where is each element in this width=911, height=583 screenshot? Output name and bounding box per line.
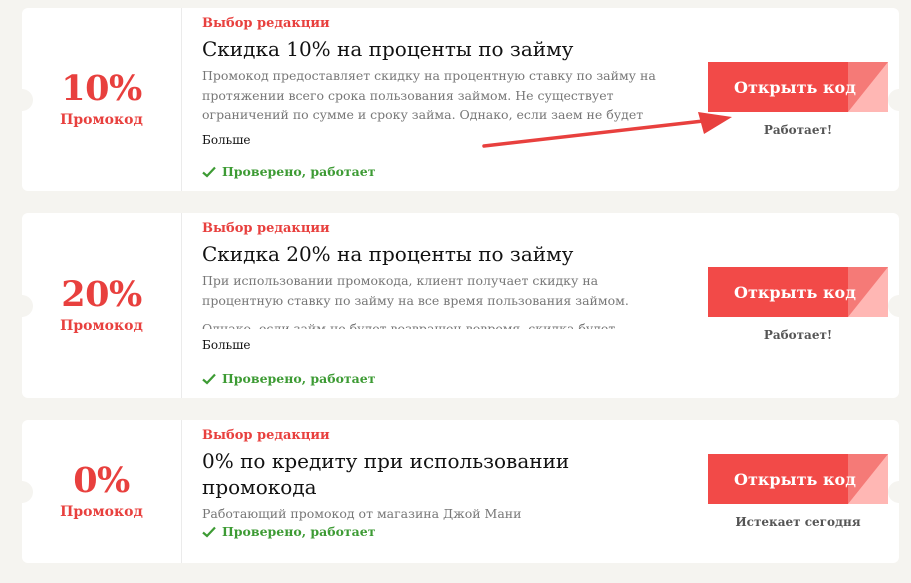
open-code-label: Открыть код	[734, 77, 856, 97]
coupon-info: Выбор редакции Скидка 20% на проценты по…	[182, 213, 670, 398]
description-paragraph: Однако, если займ не будет возвращен вов…	[202, 321, 616, 329]
coupon-title: 0% по кредиту при использовании промокод…	[202, 449, 570, 499]
coupon-card: 20% Промокод Выбор редакции Скидка 20% н…	[22, 213, 899, 398]
discount-type-label: Промокод	[60, 504, 143, 520]
more-link[interactable]: Больше	[202, 337, 670, 353]
coupon-description: Работающий промокод от магазина Джой Ман…	[202, 506, 522, 521]
check-icon	[202, 373, 216, 385]
coupon-info: Выбор редакции 0% по кредиту при использ…	[182, 420, 670, 563]
coupon-title: Скидка 10% на проценты по займу	[202, 37, 574, 61]
open-code-button[interactable]: Открыть код	[708, 62, 888, 112]
open-code-button[interactable]: Открыть код	[708, 454, 888, 504]
verified-label: Проверено, работает	[222, 524, 376, 539]
coupon-info: Выбор редакции Скидка 10% на проценты по…	[182, 8, 670, 191]
editors-choice-label: Выбор редакции	[202, 221, 330, 236]
verified-label: Проверено, работает	[222, 164, 376, 179]
open-code-label: Открыть код	[734, 282, 856, 302]
discount-type-label: Промокод	[60, 318, 143, 334]
coupon-action: Открыть код Работает!	[670, 213, 899, 398]
coupon-list: 10% Промокод Выбор редакции Скидка 10% н…	[0, 0, 911, 583]
editors-choice-label: Выбор редакции	[202, 428, 330, 443]
editors-choice-label: Выбор редакции	[202, 16, 330, 31]
discount-percent: 10%	[61, 68, 142, 109]
description-paragraph: При использовании промокода, клиент полу…	[202, 273, 629, 308]
check-icon	[202, 526, 216, 538]
coupon-status: Работает!	[763, 328, 833, 342]
discount-badge: 0% Промокод	[22, 420, 182, 563]
coupon-title: Скидка 20% на проценты по займу	[202, 242, 574, 266]
discount-percent: 0%	[73, 460, 130, 501]
coupon-status: Работает!	[763, 123, 833, 137]
discount-badge: 20% Промокод	[22, 213, 182, 398]
coupon-card: 0% Промокод Выбор редакции 0% по кредиту…	[22, 420, 899, 563]
verified-label: Проверено, работает	[222, 371, 376, 386]
verified-status: Проверено, работает	[202, 524, 375, 539]
coupon-description: При использовании промокода, клиент полу…	[202, 271, 670, 329]
coupon-action: Открыть код Работает!	[670, 8, 899, 191]
check-icon	[202, 166, 216, 178]
coupon-card: 10% Промокод Выбор редакции Скидка 10% н…	[22, 8, 899, 191]
discount-badge: 10% Промокод	[22, 8, 182, 191]
verified-status: Проверено, работает	[202, 371, 375, 386]
more-link[interactable]: Больше	[202, 132, 670, 148]
open-code-label: Открыть код	[734, 469, 856, 489]
discount-type-label: Промокод	[60, 112, 143, 128]
coupon-status: Истекает сегодня	[735, 515, 861, 529]
coupon-description: Промокод предоставляет скидку на процент…	[202, 68, 656, 122]
verified-status: Проверено, работает	[202, 164, 375, 179]
discount-percent: 20%	[61, 274, 142, 315]
coupon-action: Открыть код Истекает сегодня	[670, 420, 899, 563]
open-code-button[interactable]: Открыть код	[708, 267, 888, 317]
